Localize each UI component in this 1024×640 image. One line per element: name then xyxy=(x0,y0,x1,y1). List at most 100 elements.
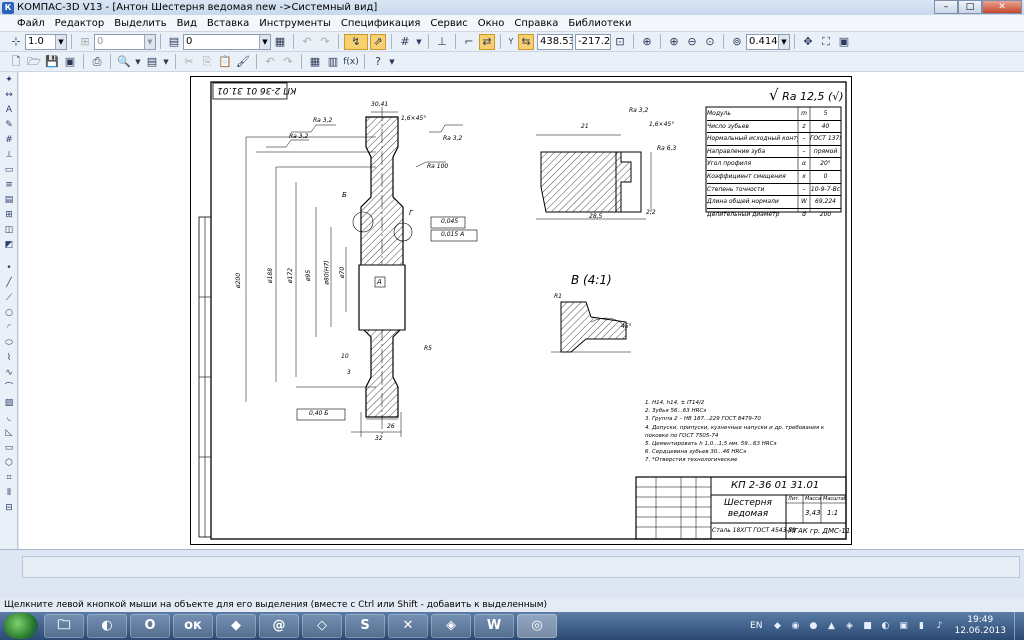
coord-y-field[interactable]: -217.20 xyxy=(575,33,611,50)
tray-icon-7[interactable]: ◐ xyxy=(878,619,892,633)
layers-panel-icon[interactable]: ▥ xyxy=(325,54,341,70)
tray-icon-5[interactable]: ◈ xyxy=(842,619,856,633)
menu-help[interactable]: Справка xyxy=(509,18,563,29)
ortho-icon[interactable]: ⌐ xyxy=(461,34,477,50)
edit-icon[interactable]: ✎ xyxy=(1,118,17,132)
menu-insert[interactable]: Вставка xyxy=(202,18,254,29)
show-all-icon[interactable]: ⛶ xyxy=(818,34,834,50)
cursor-mode-icon[interactable]: ⇆ xyxy=(518,33,534,50)
zoom-fit-icon[interactable]: ⊚ xyxy=(729,34,745,50)
tray-icon-2[interactable]: ◉ xyxy=(788,619,802,633)
menu-editor[interactable]: Редактор xyxy=(50,18,110,29)
library-manager-icon[interactable]: ▦ xyxy=(307,54,323,70)
taskbar-explorer[interactable]: 🗀 xyxy=(44,614,84,638)
redo-icon[interactable]: ↷ xyxy=(317,34,333,50)
grid-dropdown-icon[interactable]: ▼ xyxy=(415,34,423,50)
taskbar-opera[interactable]: O xyxy=(130,614,170,638)
taskbar-word[interactable]: W xyxy=(474,614,514,638)
param-icon[interactable]: # xyxy=(1,133,17,147)
new-document-icon[interactable]: 🗋 xyxy=(8,54,24,70)
clock[interactable]: 19:49 12.06.2013 xyxy=(954,615,1006,637)
network-icon[interactable]: ▮ xyxy=(914,619,928,633)
tray-icon-8[interactable]: ▣ xyxy=(896,619,910,633)
tray-icon-1[interactable]: ◆ xyxy=(770,619,784,633)
layer-props-icon[interactable]: ▦ xyxy=(272,34,288,50)
dimensions-icon[interactable]: ↔ xyxy=(1,88,17,102)
fragments-icon[interactable]: ◫ xyxy=(1,223,17,237)
cut-icon[interactable]: ✂ xyxy=(181,54,197,70)
menu-libraries[interactable]: Библиотеки xyxy=(563,18,636,29)
equidistant-icon[interactable]: ⫴ xyxy=(1,486,17,500)
geometry-icon[interactable]: ✦ xyxy=(1,73,17,87)
spec-icon[interactable]: ≡ xyxy=(1,178,17,192)
pan-icon[interactable]: ✥ xyxy=(800,34,816,50)
ellipse-icon[interactable]: ⬭ xyxy=(1,336,17,350)
menu-view[interactable]: Вид xyxy=(172,18,202,29)
menu-specification[interactable]: Спецификация xyxy=(336,18,426,29)
grid-icon[interactable]: # xyxy=(397,34,413,50)
coordinate-system-icon[interactable]: ⊥ xyxy=(434,34,450,50)
tray-icon-6[interactable]: ■ xyxy=(860,619,874,633)
drawing-sheet[interactable]: КП 2-36 01 31.01 √ Ra 12,5 (√) Модуль m 5 … xyxy=(190,76,852,545)
contour-icon[interactable]: ⌗ xyxy=(1,471,17,485)
menu-select[interactable]: Выделить xyxy=(109,18,171,29)
zoom-window-icon[interactable]: ⊕ xyxy=(639,34,655,50)
properties-panel-content[interactable] xyxy=(22,556,1020,578)
coord-lock-icon[interactable]: ⊡ xyxy=(612,34,628,50)
taskbar-kompas[interactable]: ◎ xyxy=(517,614,557,638)
zoom-scale-icon[interactable]: ⊙ xyxy=(702,34,718,50)
arc-icon[interactable]: ◜ xyxy=(1,321,17,335)
zoom-out-icon[interactable]: ⊖ xyxy=(684,34,700,50)
bezier-icon[interactable]: ⌒ xyxy=(1,381,17,395)
rectangle-icon[interactable]: ▭ xyxy=(1,441,17,455)
copy-icon[interactable]: ⎘ xyxy=(199,54,215,70)
snap-mode-icon[interactable]: ↯ xyxy=(344,33,368,50)
coord-x-field[interactable]: 438.539 xyxy=(537,33,573,50)
show-desktop-button[interactable] xyxy=(1014,612,1024,640)
menu-service[interactable]: Сервис xyxy=(425,18,472,29)
round-icon[interactable]: ⇄ xyxy=(479,33,495,50)
format-painter-icon[interactable]: 🖌 xyxy=(235,54,251,70)
paste-icon[interactable]: 📋 xyxy=(217,54,233,70)
taskbar-mail[interactable]: @ xyxy=(259,614,299,638)
local-snap-icon[interactable]: ⇗ xyxy=(370,33,386,50)
menu-window[interactable]: Окно xyxy=(473,18,510,29)
close-button[interactable]: ✕ xyxy=(982,0,1022,14)
line-width-combo[interactable]: 1.0 ▼ xyxy=(25,33,67,50)
point-icon[interactable]: • xyxy=(1,261,17,275)
start-button[interactable] xyxy=(4,613,38,639)
segment-icon[interactable]: ⟋ xyxy=(1,291,17,305)
taskbar-app-5[interactable]: ◆ xyxy=(216,614,256,638)
taskbar-app-10[interactable]: ◈ xyxy=(431,614,471,638)
insert-icon[interactable]: ⊞ xyxy=(1,208,17,222)
redo2-icon[interactable]: ↷ xyxy=(280,54,296,70)
taskbar-skype[interactable]: S xyxy=(345,614,385,638)
chamfer-icon[interactable]: ◺ xyxy=(1,426,17,440)
symbols-icon[interactable]: A xyxy=(1,103,17,117)
minimize-button[interactable]: – xyxy=(934,0,958,14)
help-dropdown-icon[interactable]: ▼ xyxy=(388,54,396,70)
hatch-icon[interactable]: ▨ xyxy=(1,396,17,410)
measure-icon[interactable]: ⟂ xyxy=(1,148,17,162)
auxline-icon[interactable]: ╱ xyxy=(1,276,17,290)
zoom-combo[interactable]: 0.4144 ▼ xyxy=(746,33,790,50)
variables-icon[interactable]: f(x) xyxy=(343,54,359,70)
collection-icon[interactable]: ⊟ xyxy=(1,501,17,515)
undo2-icon[interactable]: ↶ xyxy=(262,54,278,70)
language-indicator[interactable]: EN xyxy=(750,621,762,631)
snap-icon[interactable]: ⊹ xyxy=(8,34,24,50)
macro-icon[interactable]: ◩ xyxy=(1,238,17,252)
help-icon[interactable]: ? xyxy=(370,54,386,70)
save-icon[interactable]: 💾 xyxy=(44,54,60,70)
taskbar-odnoklassniki[interactable]: ок xyxy=(173,614,213,638)
layer-combo[interactable]: 0 ▼ xyxy=(183,33,271,50)
open-icon[interactable]: 🗁 xyxy=(26,54,42,70)
undo-icon[interactable]: ↶ xyxy=(299,34,315,50)
manager-dropdown-icon[interactable]: ▼ xyxy=(162,54,170,70)
menu-tools[interactable]: Инструменты xyxy=(254,18,336,29)
taskbar-app-9[interactable]: ✕ xyxy=(388,614,428,638)
tray-icon-4[interactable]: ▲ xyxy=(824,619,838,633)
zoom-in-icon[interactable]: ⊕ xyxy=(666,34,682,50)
preview-icon[interactable]: 🔍 xyxy=(116,54,132,70)
manager-icon[interactable]: ▤ xyxy=(144,54,160,70)
